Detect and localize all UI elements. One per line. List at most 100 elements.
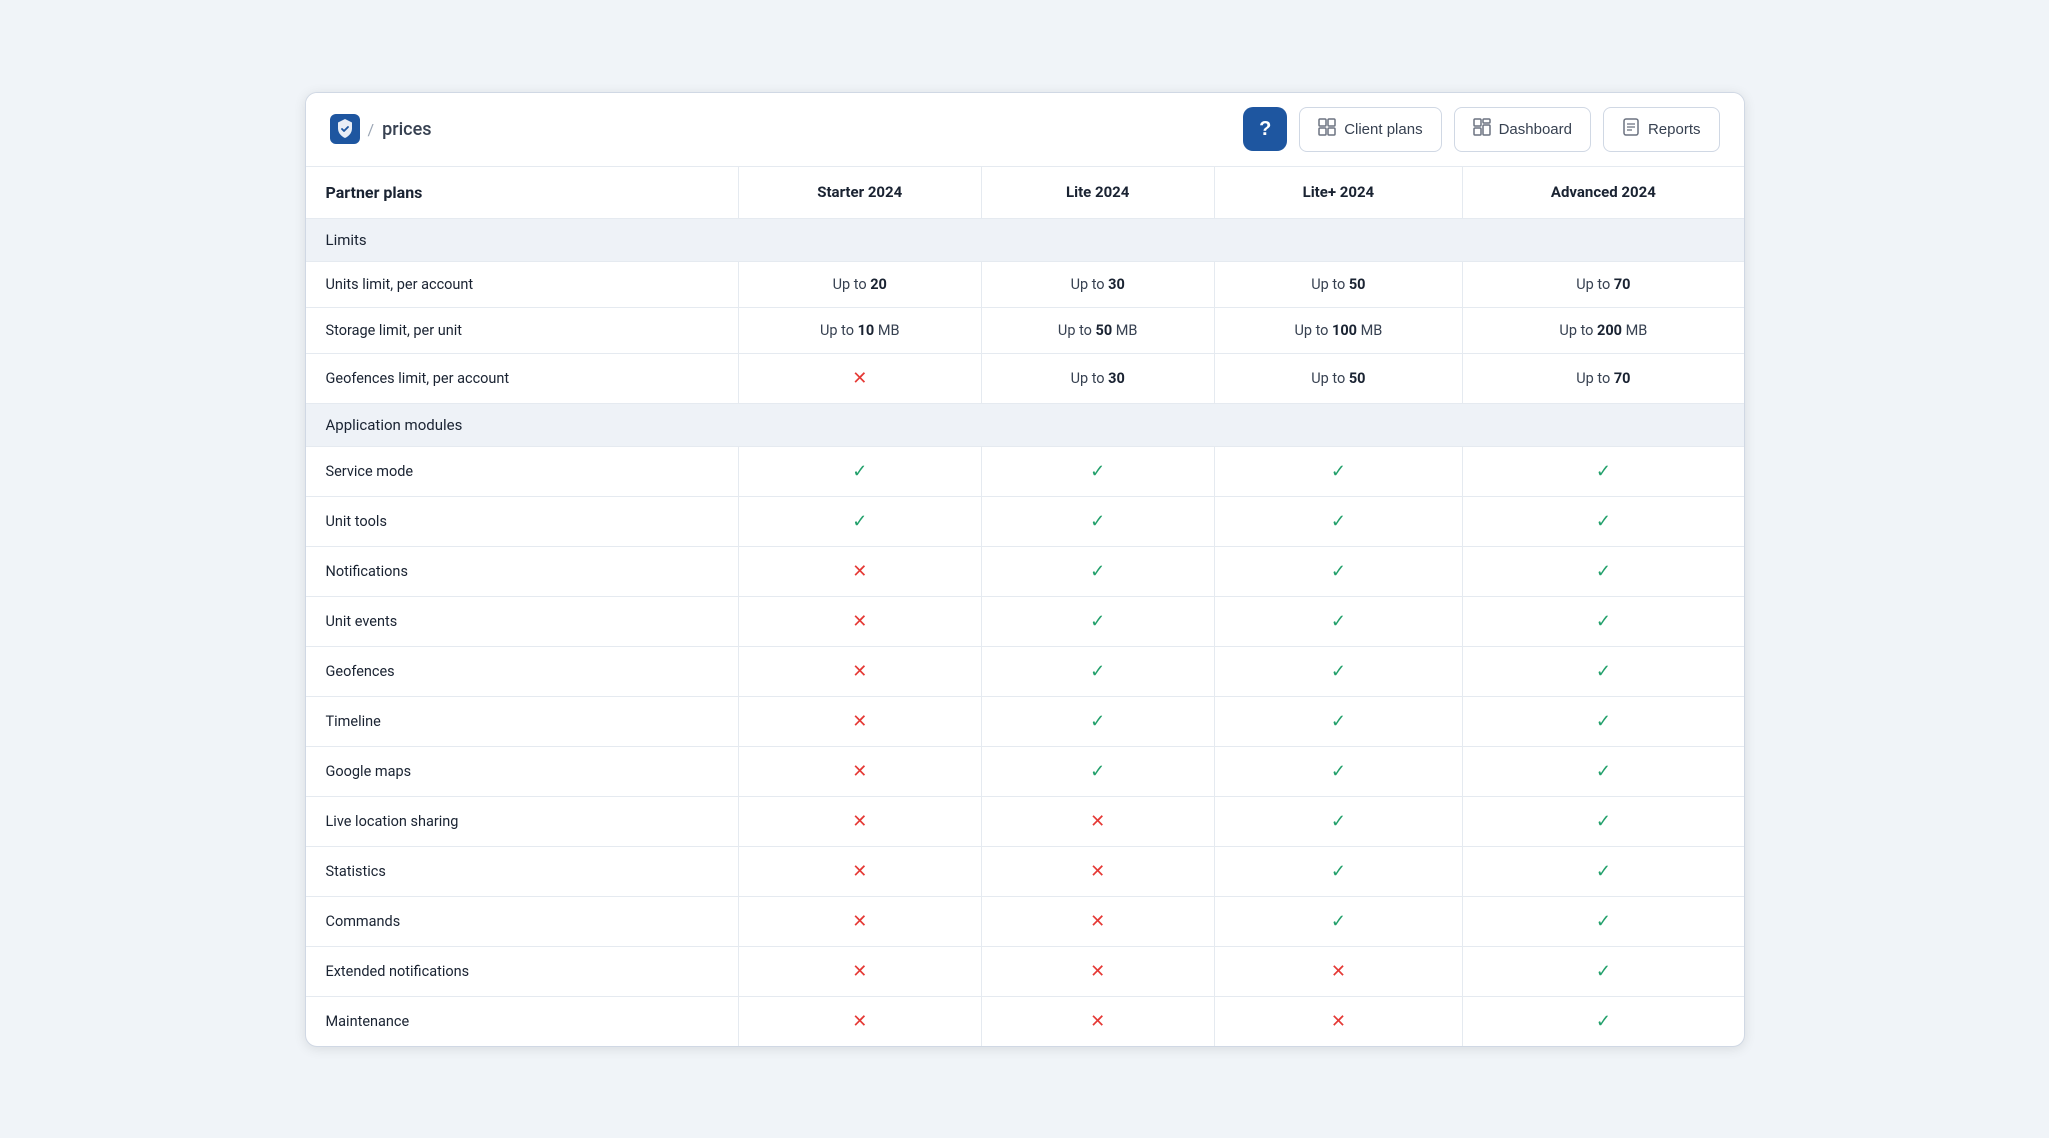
table-cell: ✕ (738, 646, 981, 696)
check-mark-icon: ✓ (1331, 911, 1346, 932)
client-plans-button[interactable]: Client plans (1299, 107, 1441, 152)
table-cell: ✓ (1214, 846, 1463, 896)
limit-value: 50 (1349, 370, 1366, 387)
table-cell: ✕ (738, 846, 981, 896)
table-row: Google maps ✕ ✓ ✓ ✓ (306, 746, 1744, 796)
table-cell: ✓ (1214, 496, 1463, 546)
limit-value: 30 (1108, 370, 1125, 387)
table-cell: ✓ (738, 446, 981, 496)
check-mark-icon: ✓ (1596, 561, 1611, 582)
table-cell: Up to 100 MB (1214, 307, 1463, 353)
table-cell: ✕ (1214, 996, 1463, 1046)
limit-value: 200 (1597, 322, 1622, 339)
cross-mark-icon: ✕ (852, 761, 867, 782)
check-mark-icon: ✓ (1596, 961, 1611, 982)
table-cell: ✕ (981, 896, 1214, 946)
feature-label: Notifications (306, 546, 739, 596)
check-mark-icon: ✓ (1596, 761, 1611, 782)
col-header-liteplus: Lite+ 2024 (1214, 167, 1463, 219)
table-cell: ✕ (738, 896, 981, 946)
limit-value: 30 (1108, 276, 1125, 293)
feature-label: Statistics (306, 846, 739, 896)
table-cell: ✓ (1463, 696, 1744, 746)
cross-mark-icon: ✕ (852, 561, 867, 582)
cross-mark-icon: ✕ (852, 368, 867, 389)
reports-icon (1622, 118, 1640, 141)
check-mark-icon: ✓ (1596, 861, 1611, 882)
breadcrumb-page: prices (382, 119, 431, 140)
table-cell: ✓ (981, 546, 1214, 596)
help-button[interactable]: ? (1243, 107, 1287, 151)
brand-shield-icon (330, 114, 360, 144)
table-row: Commands ✕ ✕ ✓ ✓ (306, 896, 1744, 946)
section-header-application-modules: Application modules (306, 403, 1744, 446)
col-header-lite: Lite 2024 (981, 167, 1214, 219)
header-nav: ? Client plans (1243, 107, 1719, 152)
table-cell: ✓ (1214, 746, 1463, 796)
check-mark-icon: ✓ (1331, 761, 1346, 782)
cross-mark-icon: ✕ (1090, 861, 1105, 882)
reports-label: Reports (1648, 121, 1701, 138)
table-cell: ✓ (981, 646, 1214, 696)
app-container: / prices ? Client plans (305, 92, 1745, 1047)
table-cell: Up to 70 (1463, 353, 1744, 403)
table-cell: Up to 10 MB (738, 307, 981, 353)
check-mark-icon: ✓ (852, 461, 867, 482)
table-row: Service mode ✓ ✓ ✓ ✓ (306, 446, 1744, 496)
table-cell: ✓ (1214, 596, 1463, 646)
table-cell: ✓ (1463, 646, 1744, 696)
table-cell: ✕ (738, 353, 981, 403)
limit-value: 50 (1096, 322, 1113, 339)
section-label: Limits (306, 218, 1744, 261)
check-mark-icon: ✓ (1596, 511, 1611, 532)
table-cell: Up to 30 (981, 353, 1214, 403)
cross-mark-icon: ✕ (852, 711, 867, 732)
check-mark-icon: ✓ (1331, 661, 1346, 682)
table-cell: ✓ (1463, 496, 1744, 546)
table-row: Statistics ✕ ✕ ✓ ✓ (306, 846, 1744, 896)
feature-label: Unit tools (306, 496, 739, 546)
cross-mark-icon: ✕ (1090, 911, 1105, 932)
dashboard-label: Dashboard (1499, 121, 1572, 138)
pricing-table-container: Partner plans Starter 2024 Lite 2024 Lit… (306, 167, 1744, 1046)
table-cell: ✓ (1463, 796, 1744, 846)
col-header-feature: Partner plans (306, 167, 739, 219)
table-cell: ✕ (738, 696, 981, 746)
feature-label: Geofences (306, 646, 739, 696)
table-cell: Up to 50 (1214, 261, 1463, 307)
table-row: Storage limit, per unit Up to 10 MB Up t… (306, 307, 1744, 353)
table-row: Units limit, per account Up to 20 Up to … (306, 261, 1744, 307)
cross-mark-icon: ✕ (852, 611, 867, 632)
cross-mark-icon: ✕ (852, 961, 867, 982)
feature-label: Maintenance (306, 996, 739, 1046)
table-cell: ✓ (1214, 646, 1463, 696)
limit-value: 70 (1614, 370, 1631, 387)
table-cell: ✓ (1463, 446, 1744, 496)
table-row: Unit events ✕ ✓ ✓ ✓ (306, 596, 1744, 646)
limit-value: 20 (870, 276, 887, 293)
client-plans-label: Client plans (1344, 121, 1422, 138)
check-mark-icon: ✓ (1596, 611, 1611, 632)
check-mark-icon: ✓ (1331, 511, 1346, 532)
feature-label: Google maps (306, 746, 739, 796)
reports-button[interactable]: Reports (1603, 107, 1720, 152)
table-cell: Up to 200 MB (1463, 307, 1744, 353)
table-cell: ✕ (738, 796, 981, 846)
table-cell: ✓ (738, 496, 981, 546)
table-cell: ✓ (981, 746, 1214, 796)
col-header-starter: Starter 2024 (738, 167, 981, 219)
table-cell: ✓ (1463, 596, 1744, 646)
dashboard-button[interactable]: Dashboard (1454, 107, 1591, 152)
check-mark-icon: ✓ (1331, 811, 1346, 832)
breadcrumb: / prices (330, 114, 1232, 144)
feature-label: Live location sharing (306, 796, 739, 846)
table-cell: ✕ (738, 546, 981, 596)
table-cell: ✕ (738, 746, 981, 796)
check-mark-icon: ✓ (1596, 461, 1611, 482)
cross-mark-icon: ✕ (852, 861, 867, 882)
check-mark-icon: ✓ (1090, 461, 1105, 482)
table-cell: ✓ (1214, 796, 1463, 846)
table-cell: ✕ (738, 946, 981, 996)
check-mark-icon: ✓ (1331, 611, 1346, 632)
cross-mark-icon: ✕ (852, 811, 867, 832)
